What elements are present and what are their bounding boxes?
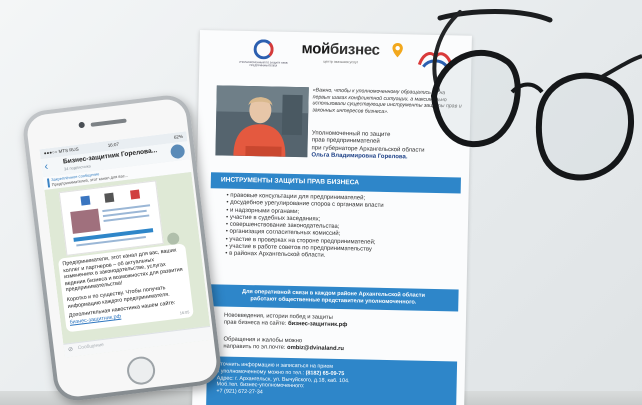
earpiece-speaker	[90, 118, 127, 127]
preview-logo-icon	[104, 192, 115, 203]
message-bubble: Предприниматели, этот канал для вас, ваш…	[57, 243, 194, 333]
complaints-line-2-text: направить по эл.почте:	[223, 343, 286, 352]
channel-avatar	[169, 143, 186, 160]
front-camera-icon	[78, 121, 86, 129]
pinned-accent-bar	[46, 178, 50, 188]
preview-logo-icon	[130, 189, 141, 200]
ombudsman-emblem-icon	[253, 39, 274, 60]
photo-scene: УПОЛНОМОЧЕННЫЙ ПО ЗАЩИТЕ ПРАВ ПРЕДПРИНИМ…	[0, 0, 642, 405]
news-line-2-text: прав бизнеса на сайте:	[223, 319, 287, 328]
news-website: бизнес-защитник.рф	[287, 321, 348, 329]
glasses-lens-right	[535, 72, 634, 181]
contact-banner: Уточнить информацию и записаться на прие…	[205, 356, 458, 405]
phone-face: ●●●○○ MTS RUS 16:07 62% ‹ Бизнес-защитни…	[25, 97, 219, 399]
home-button	[125, 354, 157, 387]
ombudsman-photo	[215, 85, 309, 158]
chat-area: Предприниматели, этот канал для вас, ваш…	[44, 171, 212, 358]
message-input-bar: ⊘ Сообщение	[63, 325, 212, 358]
preview-logo-icon	[80, 195, 91, 206]
logo-brand-part-1: мой	[301, 40, 331, 58]
back-arrow-icon: ‹	[43, 160, 49, 173]
news-block: Нововведения, истории побед и защиты пра…	[224, 313, 444, 332]
moy-biznes-logo: мойбизнес	[301, 40, 379, 59]
logo-brand-part-2: бизнес	[329, 40, 380, 59]
attach-icon: ⊘	[67, 346, 74, 354]
moy-biznes-subtitle: центр оказания услуг	[323, 59, 359, 65]
representatives-banner: Для оперативной связи в каждом районе Ар…	[208, 284, 459, 312]
complaints-block: Обращения и жалобы можно направить по эл…	[223, 337, 443, 356]
complaints-email: ombiz@dvinaland.ru	[287, 345, 345, 353]
message-input-placeholder: Сообщение	[77, 342, 105, 352]
phone-screen: ●●●○○ MTS RUS 16:07 62% ‹ Бизнес-защитни…	[39, 131, 212, 358]
flyer-image-preview	[58, 180, 164, 256]
smartphone: ●●●○○ MTS RUS 16:07 62% ‹ Бизнес-защитни…	[20, 92, 224, 404]
eyeglasses	[430, 9, 642, 181]
contact-phone: (8182) 65-09-75	[305, 370, 345, 377]
glasses-lens-left	[430, 49, 521, 147]
ombudsman-logo: УПОЛНОМОЧЕННЫЙ ПО ЗАЩИТЕ ПРАВ ПРЕДПРИНИМ…	[235, 39, 292, 68]
glasses-hinge	[599, 54, 642, 80]
ombudsman-logo-caption: УПОЛНОМОЧЕННЫЙ ПО ЗАЩИТЕ ПРАВ ПРЕДПРИНИМ…	[239, 60, 288, 68]
preview-photo	[70, 208, 101, 234]
message-time: 16:05	[179, 310, 190, 316]
